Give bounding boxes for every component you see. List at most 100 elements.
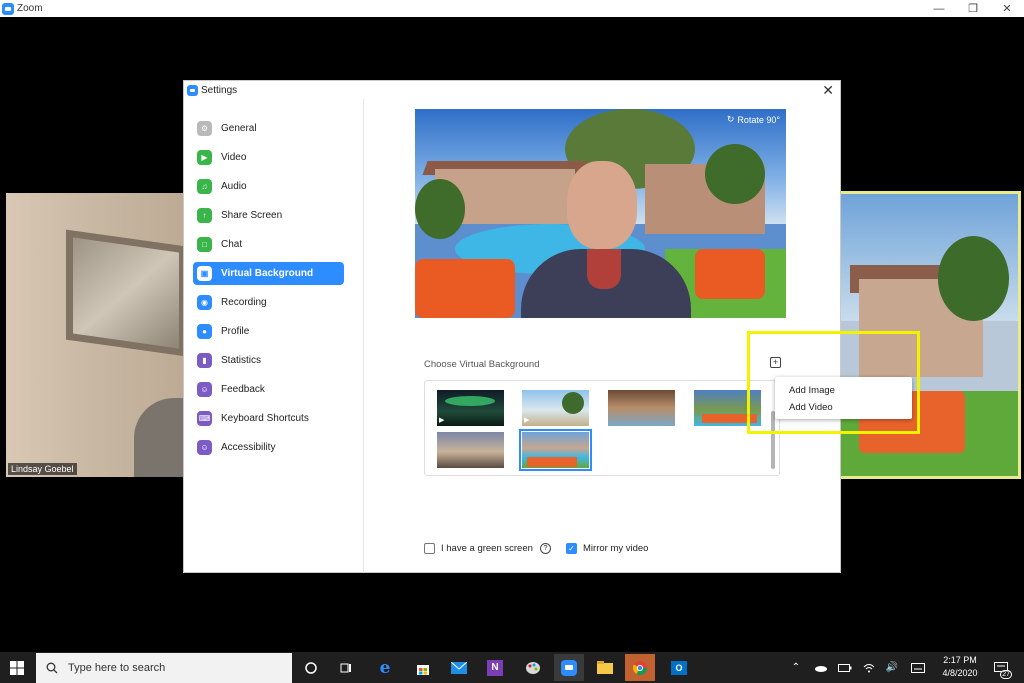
file-explorer-icon[interactable] [590,654,620,681]
task-view-icon[interactable] [331,654,361,681]
zoom-logo-icon [2,2,14,15]
nav-label: Audio [221,181,247,192]
choose-virtual-background-label: Choose Virtual Background [424,359,540,370]
background-thumb-interior[interactable] [608,390,675,426]
edge-icon[interactable]: e [370,654,400,681]
video-indicator-icon: ▶ [524,417,530,424]
background-list: ▶ ▶ [424,380,780,476]
cortana-icon[interactable] [296,654,326,681]
taskbar-search[interactable]: Type here to search [36,653,292,683]
video-preview: ↻ Rotate 90° [415,109,786,318]
nav-item-general[interactable]: ⚙ General [193,117,344,140]
mirror-video-label: Mirror my video [583,543,649,554]
nav-item-video[interactable]: ▶ Video [193,146,344,169]
video-indicator-icon: ▶ [439,417,445,424]
nav-label: Keyboard Shortcuts [221,413,309,424]
zoom-logo-icon [187,84,198,96]
help-icon[interactable]: ? [539,543,551,554]
statistics-icon: ▮ [197,353,212,368]
nav-item-feedback[interactable]: ☺ Feedback [193,378,344,401]
notification-count: 27 [1000,670,1012,679]
background-thumb-backyard-pool[interactable] [519,429,592,471]
gear-icon: ⚙ [197,121,212,136]
preview-palm [705,144,765,204]
volume-icon[interactable]: 🔊 [884,652,900,683]
accessibility-icon: ☺ [197,440,212,455]
nav-item-statistics[interactable]: ▮ Statistics [193,349,344,372]
nav-item-keyboard-shortcuts[interactable]: ⌨ Keyboard Shortcuts [193,407,344,430]
beach-palm [562,392,584,414]
add-image-menu-item[interactable]: Add Image [789,385,835,396]
virtual-background-icon: ▣ [197,266,212,281]
green-screen-checkbox[interactable] [424,543,435,554]
store-icon[interactable] [408,654,438,681]
minimize-button[interactable]: — [922,0,956,17]
zoom-window-title: Zoom [17,3,43,14]
add-video-menu-item[interactable]: Add Video [789,402,833,413]
nav-item-accessibility[interactable]: ☺ Accessibility [193,436,344,459]
backyard-chairs [527,457,577,467]
rotate-icon: ↻ [726,114,735,124]
onedrive-icon[interactable] [812,652,828,683]
onenote-icon[interactable]: N [480,654,510,681]
zoom-icon[interactable] [554,654,584,681]
keyboard-icon: ⌨ [197,411,212,426]
nav-label: Recording [221,297,267,308]
nav-item-chat[interactable]: □ Chat [193,233,344,256]
participant-name: Lindsay Goebel [8,463,77,475]
green-screen-option[interactable]: I have a green screen ? [424,543,551,554]
nav-label: Profile [221,326,250,337]
preview-chair [415,259,515,318]
settings-titlebar: Settings [184,81,840,99]
participant-video[interactable]: Lindsay Goebel [6,193,184,477]
settings-sidebar: ⚙ General ▶ Video ♫ Audio ↑ Share Screen… [184,99,364,573]
close-icon[interactable]: ✕ [822,82,834,99]
chevron-up-icon[interactable]: ⌃ [788,652,804,683]
add-background-menu: Add Image Add Video [775,377,912,419]
nav-item-virtual-background[interactable]: ▣ Virtual Background [193,262,344,285]
outlook-icon[interactable]: O [664,654,694,681]
rotate-button[interactable]: ↻ Rotate 90° [727,114,780,125]
aurora-glow [445,396,495,406]
action-center-icon[interactable]: 27 [990,652,1012,683]
battery-icon[interactable] [837,652,853,683]
background-thumb-resort-pool[interactable] [694,390,761,426]
restore-button[interactable]: ❐ [956,0,990,17]
nav-label: Accessibility [221,442,276,453]
nav-item-profile[interactable]: ● Profile [193,320,344,343]
background-list-scrollbar[interactable] [771,411,775,469]
chrome-icon[interactable] [625,654,655,681]
nav-item-audio[interactable]: ♫ Audio [193,175,344,198]
chat-icon: □ [197,237,212,252]
recording-icon: ◉ [197,295,212,310]
nav-label: Statistics [221,355,262,366]
mirror-video-option[interactable]: ✓ Mirror my video [566,543,648,554]
green-screen-label: I have a green screen [441,543,533,554]
mail-icon[interactable] [444,654,474,681]
background-thumb-beach[interactable]: ▶ [522,390,589,426]
self-video[interactable] [838,191,1021,479]
start-button[interactable] [0,652,34,683]
feedback-icon: ☺ [197,382,212,397]
resort-chairs [702,414,757,423]
background-thumb-city-skyline[interactable] [437,432,504,468]
nav-label: Chat [221,239,243,250]
settings-title: Settings [201,84,238,96]
nav-label: General [221,123,257,134]
profile-icon: ● [197,324,212,339]
mirror-video-checkbox[interactable]: ✓ [566,543,577,554]
paint-icon[interactable] [518,654,548,681]
clock-time: 2:17 PM [943,655,977,665]
wifi-icon[interactable] [861,652,877,683]
close-window-button[interactable]: ✕ [990,0,1024,17]
background-thumb-aurora[interactable]: ▶ [437,390,504,426]
nav-item-share-screen[interactable]: ↑ Share Screen [193,204,344,227]
touch-keyboard-icon[interactable] [909,652,927,683]
nav-item-recording[interactable]: ◉ Recording [193,291,344,314]
window-controls: — ❐ ✕ [922,0,1024,17]
system-clock[interactable]: 2:17 PM 4/8/2020 [938,654,982,680]
add-background-button[interactable]: + [770,357,781,368]
clock-date: 4/8/2020 [942,668,978,678]
person-head [567,161,637,249]
preview-palm [415,179,465,239]
